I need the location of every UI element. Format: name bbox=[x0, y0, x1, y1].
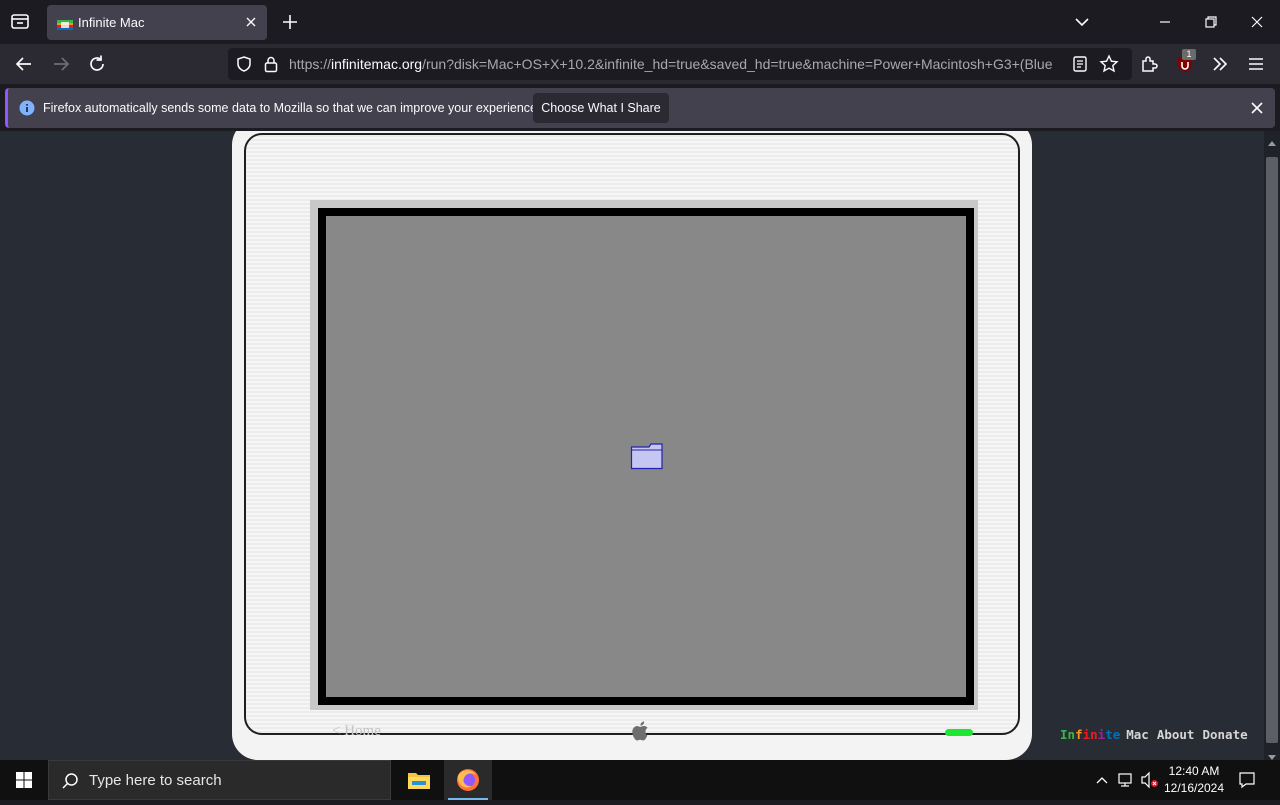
emulator-monitor-frame: < Home bbox=[232, 131, 1032, 760]
file-explorer-icon[interactable] bbox=[395, 760, 443, 800]
infinite-logo-letter: f bbox=[1075, 727, 1083, 742]
windows-taskbar: Type here to search 12:40 AM 12/16/2024 bbox=[0, 760, 1280, 800]
bookmark-star-icon[interactable] bbox=[1099, 54, 1119, 79]
ublock-origin-icon[interactable]: 1 bbox=[1174, 49, 1196, 75]
clock-date: 12/16/2024 bbox=[1163, 781, 1225, 795]
mac-logo-text[interactable]: Mac bbox=[1126, 727, 1149, 742]
folder-icon[interactable] bbox=[630, 442, 664, 470]
list-all-tabs-icon[interactable] bbox=[8, 11, 32, 33]
infinite-logo-letter: t bbox=[1105, 727, 1113, 742]
taskbar-search-box[interactable]: Type here to search bbox=[48, 760, 391, 800]
tab-overflow-chevron-down-icon[interactable] bbox=[1072, 12, 1092, 32]
ublock-badge: 1 bbox=[1182, 49, 1196, 60]
infinite-logo-letter: n bbox=[1067, 727, 1076, 742]
choose-what-i-share-button[interactable]: Choose What I Share bbox=[533, 93, 669, 123]
footer-links: Infinite Mac About Donate bbox=[1060, 727, 1248, 742]
firefox-taskbar-icon[interactable] bbox=[444, 760, 492, 800]
reload-icon[interactable] bbox=[86, 53, 108, 75]
back-arrow-icon[interactable] bbox=[13, 53, 35, 75]
infinite-logo-letter: I bbox=[1060, 727, 1068, 742]
close-tab-icon[interactable] bbox=[243, 14, 259, 30]
new-tab-icon[interactable] bbox=[280, 12, 300, 32]
emulator-screen[interactable] bbox=[326, 216, 966, 697]
volume-muted-icon[interactable] bbox=[1140, 771, 1160, 794]
infinite-logo-letter: n bbox=[1090, 727, 1098, 742]
overflow-menu-chevrons-icon[interactable] bbox=[1209, 53, 1231, 75]
home-link[interactable]: < Home bbox=[332, 723, 381, 740]
restore-window-icon[interactable] bbox=[1201, 12, 1221, 32]
url-bar[interactable]: https://infinitemac.org/run?disk=Mac+OS+… bbox=[228, 48, 1132, 80]
apple-logo-icon bbox=[631, 720, 651, 742]
hamburger-menu-icon[interactable] bbox=[1245, 53, 1267, 75]
search-icon bbox=[61, 772, 79, 795]
tab-strip: Infinite Mac bbox=[0, 0, 1280, 44]
navigation-toolbar: https://infinitemac.org/run?disk=Mac+OS+… bbox=[0, 44, 1280, 84]
tracking-protection-shield-icon[interactable] bbox=[235, 55, 253, 78]
notification-message: Firefox automatically sends some data to… bbox=[43, 101, 541, 115]
scroll-thumb[interactable] bbox=[1266, 157, 1278, 743]
page-content: < Home Infinite Mac About Donate bbox=[0, 131, 1264, 760]
close-notification-icon[interactable] bbox=[1249, 100, 1265, 116]
page-scrollbar[interactable] bbox=[1264, 131, 1280, 760]
infinite-mac-favicon-icon bbox=[57, 17, 73, 30]
extensions-puzzle-icon[interactable] bbox=[1138, 53, 1160, 75]
notifications-icon[interactable] bbox=[1238, 771, 1256, 794]
minimize-window-icon[interactable] bbox=[1155, 12, 1175, 32]
close-window-icon[interactable] bbox=[1247, 12, 1267, 32]
url-text[interactable]: https://infinitemac.org/run?disk=Mac+OS+… bbox=[289, 56, 1063, 72]
show-hidden-icons-chevron-up-icon[interactable] bbox=[1094, 772, 1110, 793]
lock-icon[interactable] bbox=[263, 55, 279, 78]
infinite-logo-text[interactable]: Infinite bbox=[1060, 727, 1120, 742]
forward-arrow-icon[interactable] bbox=[50, 53, 72, 75]
scroll-down-arrow-icon[interactable] bbox=[1268, 748, 1276, 760]
donate-link[interactable]: Donate bbox=[1202, 727, 1247, 742]
data-collection-notification-bar: Firefox automatically sends some data to… bbox=[5, 88, 1275, 128]
clock-time: 12:40 AM bbox=[1168, 764, 1220, 778]
about-link[interactable]: About bbox=[1157, 727, 1195, 742]
screen-border bbox=[318, 208, 974, 705]
screen-frame bbox=[310, 200, 978, 710]
search-placeholder: Type here to search bbox=[89, 772, 222, 789]
reader-view-icon[interactable] bbox=[1072, 55, 1088, 78]
info-icon bbox=[19, 100, 35, 121]
power-led bbox=[945, 729, 973, 736]
tab-infinite-mac[interactable]: Infinite Mac bbox=[47, 5, 267, 40]
taskbar-clock[interactable]: 12:40 AM 12/16/2024 bbox=[1160, 763, 1228, 797]
infinite-logo-letter: i bbox=[1082, 727, 1091, 742]
network-icon[interactable] bbox=[1117, 771, 1135, 794]
windows-start-icon[interactable] bbox=[0, 760, 48, 800]
monitor-bezel: < Home bbox=[244, 133, 1020, 741]
infinite-logo-letter: e bbox=[1112, 727, 1121, 742]
tab-title: Infinite Mac bbox=[78, 15, 145, 30]
scroll-up-arrow-icon[interactable] bbox=[1268, 135, 1276, 146]
